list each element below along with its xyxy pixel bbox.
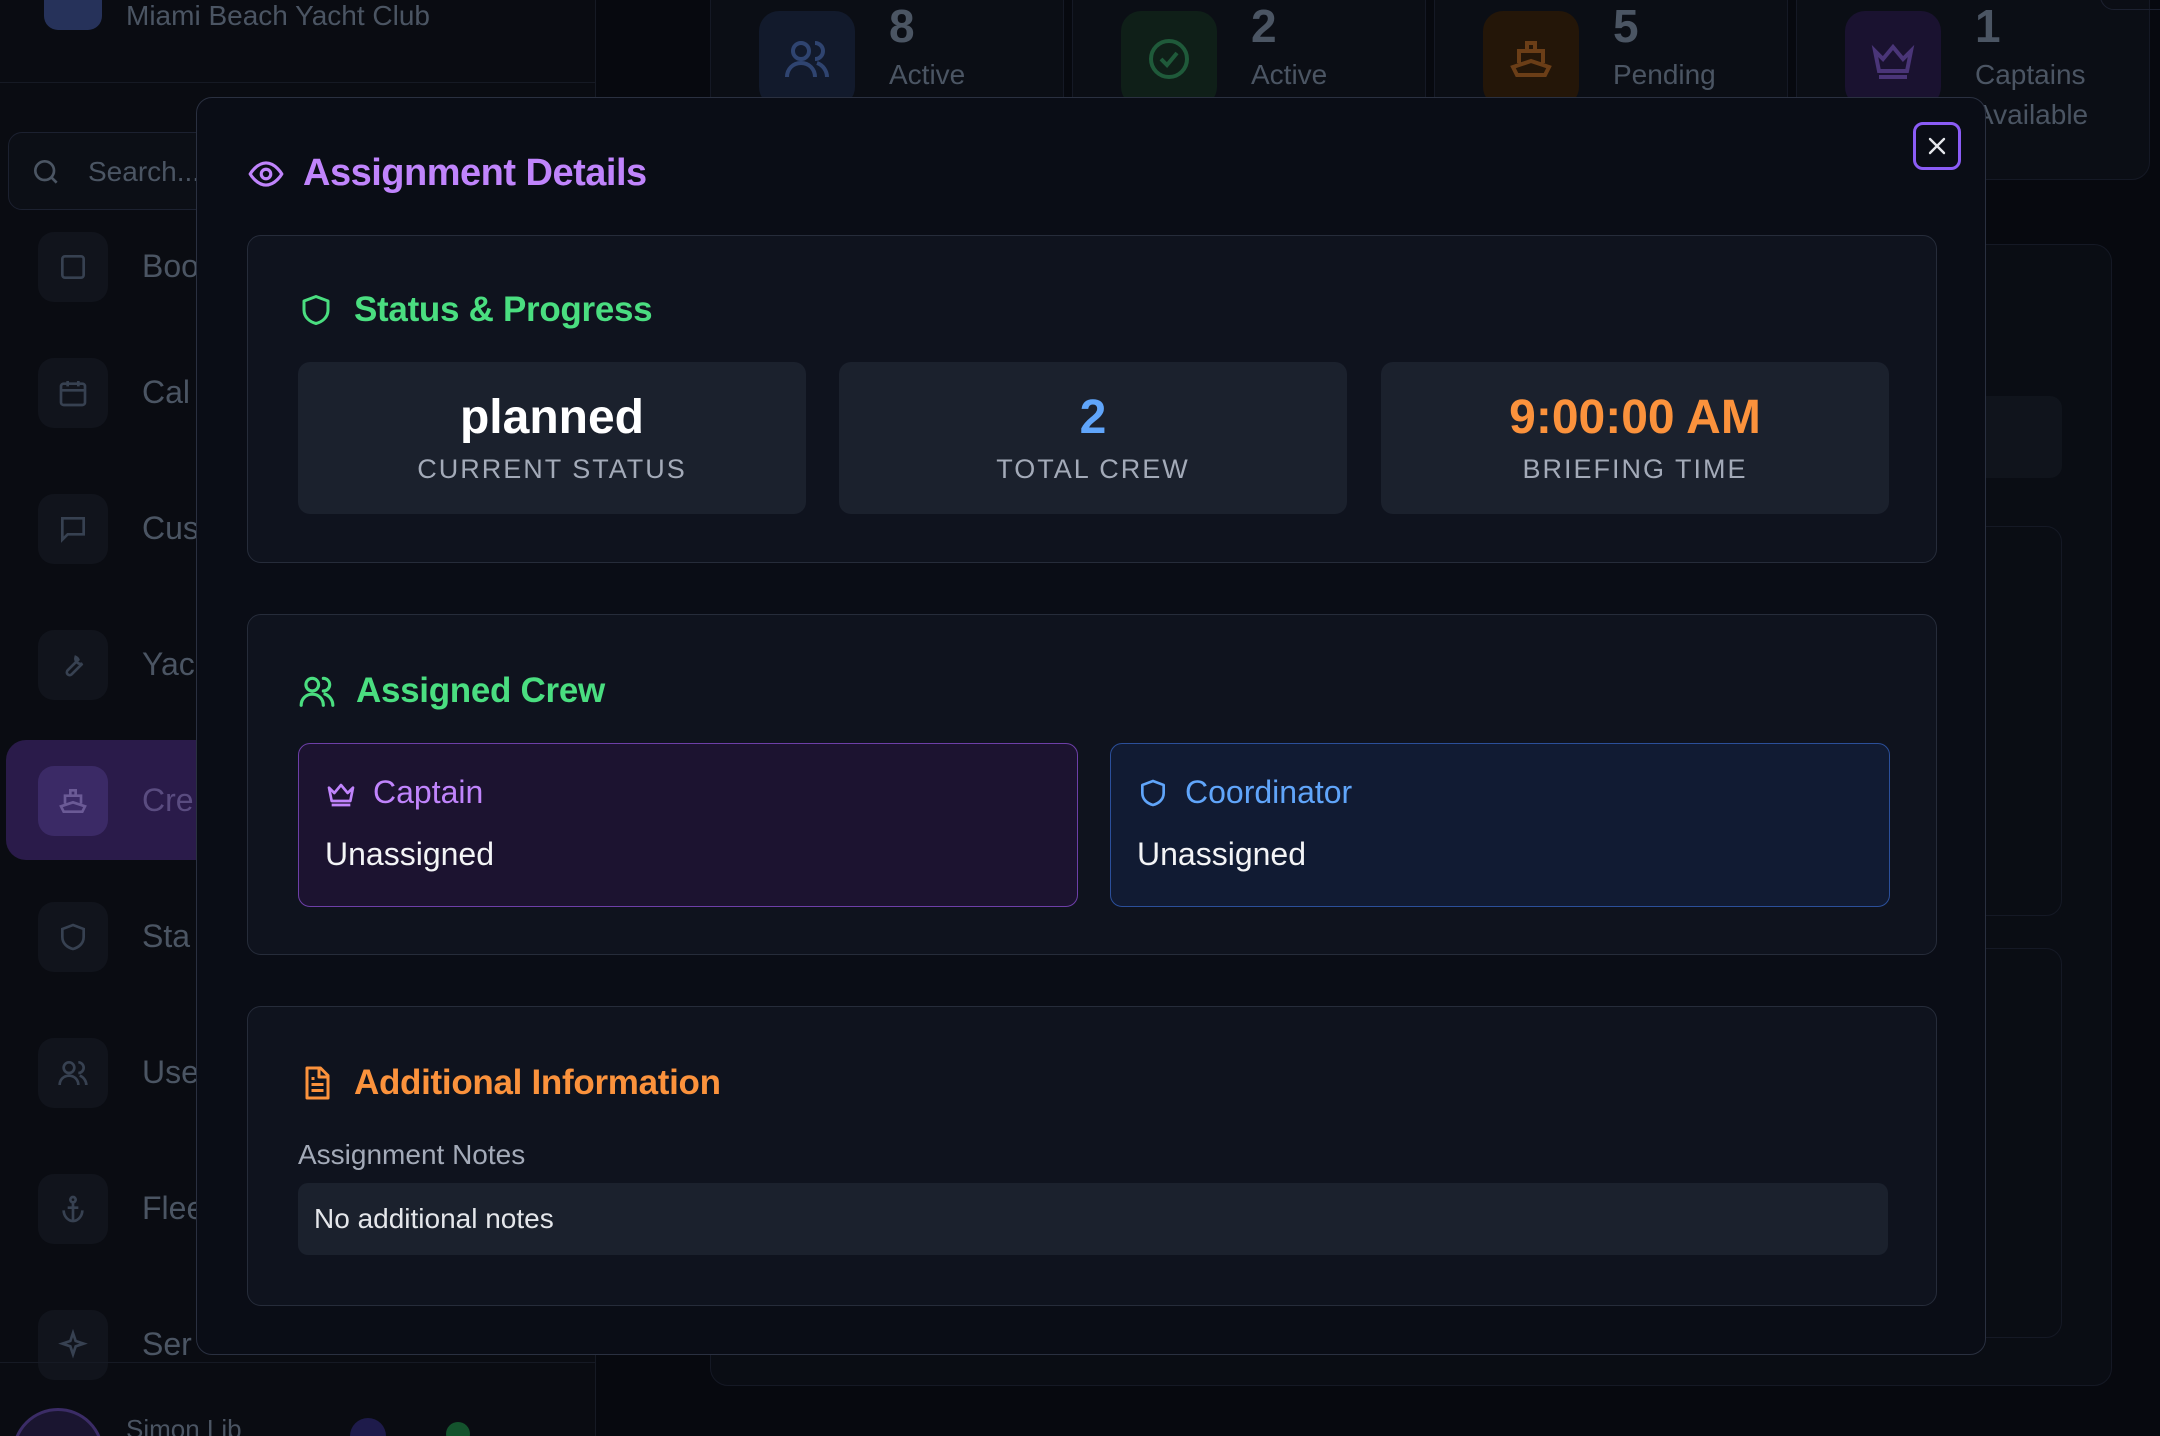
sidebar-footer-divider bbox=[0, 1362, 596, 1363]
stat-number: 5 bbox=[1613, 0, 1639, 52]
crown-icon bbox=[327, 783, 355, 806]
crown-icon bbox=[1845, 11, 1941, 107]
users-icon bbox=[38, 1038, 108, 1108]
check-circle-icon bbox=[1121, 11, 1217, 107]
stat-number: 1 bbox=[1975, 0, 2001, 52]
briefing-time-label: BRIEFING TIME bbox=[1522, 454, 1748, 484]
stat-number: 8 bbox=[889, 0, 915, 52]
user-name: Simon Lib bbox=[126, 1414, 242, 1436]
total-crew-box: 2 TOTAL CREW bbox=[839, 362, 1347, 514]
stat-label: Pending bbox=[1613, 59, 1716, 90]
brand-name: Miami Beach Yacht Club bbox=[126, 0, 430, 31]
coordinator-role-label: Coordinator bbox=[1185, 774, 1353, 810]
shield-icon bbox=[302, 295, 330, 325]
total-crew-label: TOTAL CREW bbox=[996, 454, 1190, 484]
sidebar-item-label: Cus bbox=[142, 510, 199, 546]
captain-role-label: Captain bbox=[373, 774, 484, 810]
close-button[interactable] bbox=[1913, 122, 1961, 170]
assignment-details-dialog: Assignment Details Status & Progress pla… bbox=[196, 97, 1986, 1355]
assigned-crew-section: Assigned Crew Captain Unassigned Coordin… bbox=[247, 614, 1937, 955]
search-placeholder: Search... bbox=[88, 156, 201, 187]
assignment-notes-box: No additional notes bbox=[298, 1183, 1888, 1255]
sidebar-item-label: Sta bbox=[142, 918, 191, 954]
ship-icon bbox=[1483, 11, 1579, 107]
section-title: Additional Information bbox=[354, 1063, 721, 1102]
assignment-notes-value: No additional notes bbox=[314, 1203, 554, 1234]
document-icon bbox=[305, 1066, 330, 1100]
anchor-icon bbox=[38, 1174, 108, 1244]
briefing-time-box: 9:00:00 AM BRIEFING TIME bbox=[1381, 362, 1889, 514]
avatar[interactable] bbox=[12, 1408, 104, 1436]
eye-icon bbox=[248, 160, 284, 187]
sparkle-icon bbox=[38, 1310, 108, 1380]
user-badge bbox=[350, 1418, 386, 1436]
briefing-time-value: 9:00:00 AM bbox=[1509, 391, 1761, 444]
users-icon bbox=[759, 11, 855, 107]
sidebar-item-label: Boo bbox=[142, 248, 199, 284]
calendar-icon bbox=[38, 358, 108, 428]
captain-card: Captain Unassigned bbox=[298, 743, 1078, 907]
sidebar-item-label: Use bbox=[142, 1054, 199, 1090]
dialog-title: Assignment Details bbox=[303, 152, 647, 194]
sidebar-item-label: Yac bbox=[142, 646, 195, 682]
crew-card-header: Coordinator bbox=[1137, 774, 1352, 811]
assignment-notes-label: Assignment Notes bbox=[298, 1139, 526, 1170]
additional-information-section: Additional Information Assignment Notes … bbox=[247, 1006, 1937, 1306]
search-icon bbox=[34, 160, 58, 184]
sidebar-item-label: Cal bbox=[142, 374, 191, 410]
crew-card-header: Captain bbox=[325, 774, 483, 811]
current-status-label: CURRENT STATUS bbox=[417, 454, 687, 484]
stat-number: 2 bbox=[1251, 0, 1277, 52]
online-status-dot bbox=[446, 1422, 470, 1436]
total-crew-value: 2 bbox=[1079, 391, 1107, 444]
section-header: Status & Progress bbox=[298, 290, 653, 330]
shield-icon bbox=[1141, 779, 1165, 806]
sidebar-item-label: Flee bbox=[142, 1190, 205, 1226]
current-status-box: planned CURRENT STATUS bbox=[298, 362, 806, 514]
wrench-icon bbox=[38, 630, 108, 700]
captain-name: Unassigned bbox=[325, 836, 494, 872]
coordinator-card: Coordinator Unassigned bbox=[1110, 743, 1890, 907]
sidebar-item-label: Cre bbox=[142, 782, 194, 818]
section-title: Assigned Crew bbox=[356, 671, 605, 710]
shield-icon bbox=[38, 902, 108, 972]
users-icon bbox=[299, 676, 335, 707]
dialog-header: Assignment Details bbox=[247, 152, 647, 195]
close-icon bbox=[1928, 137, 1946, 155]
stat-label: Captains Available bbox=[1975, 59, 2089, 130]
ship-icon bbox=[38, 766, 108, 836]
current-status-value: planned bbox=[459, 391, 644, 444]
sidebar-item-label: Ser bbox=[142, 1326, 192, 1362]
top-right-control[interactable] bbox=[2100, 0, 2160, 10]
square-icon bbox=[38, 232, 108, 302]
coordinator-name: Unassigned bbox=[1137, 836, 1306, 872]
section-title: Status & Progress bbox=[354, 290, 653, 329]
stat-label: Active bbox=[1251, 59, 1328, 90]
status-progress-section: Status & Progress planned CURRENT STATUS… bbox=[247, 235, 1937, 563]
section-header: Assigned Crew bbox=[298, 671, 605, 711]
section-header: Additional Information bbox=[298, 1063, 721, 1103]
sidebar-divider bbox=[0, 82, 596, 83]
message-icon bbox=[38, 494, 108, 564]
stat-label: Active bbox=[889, 59, 966, 90]
brand-logo[interactable] bbox=[44, 0, 102, 30]
